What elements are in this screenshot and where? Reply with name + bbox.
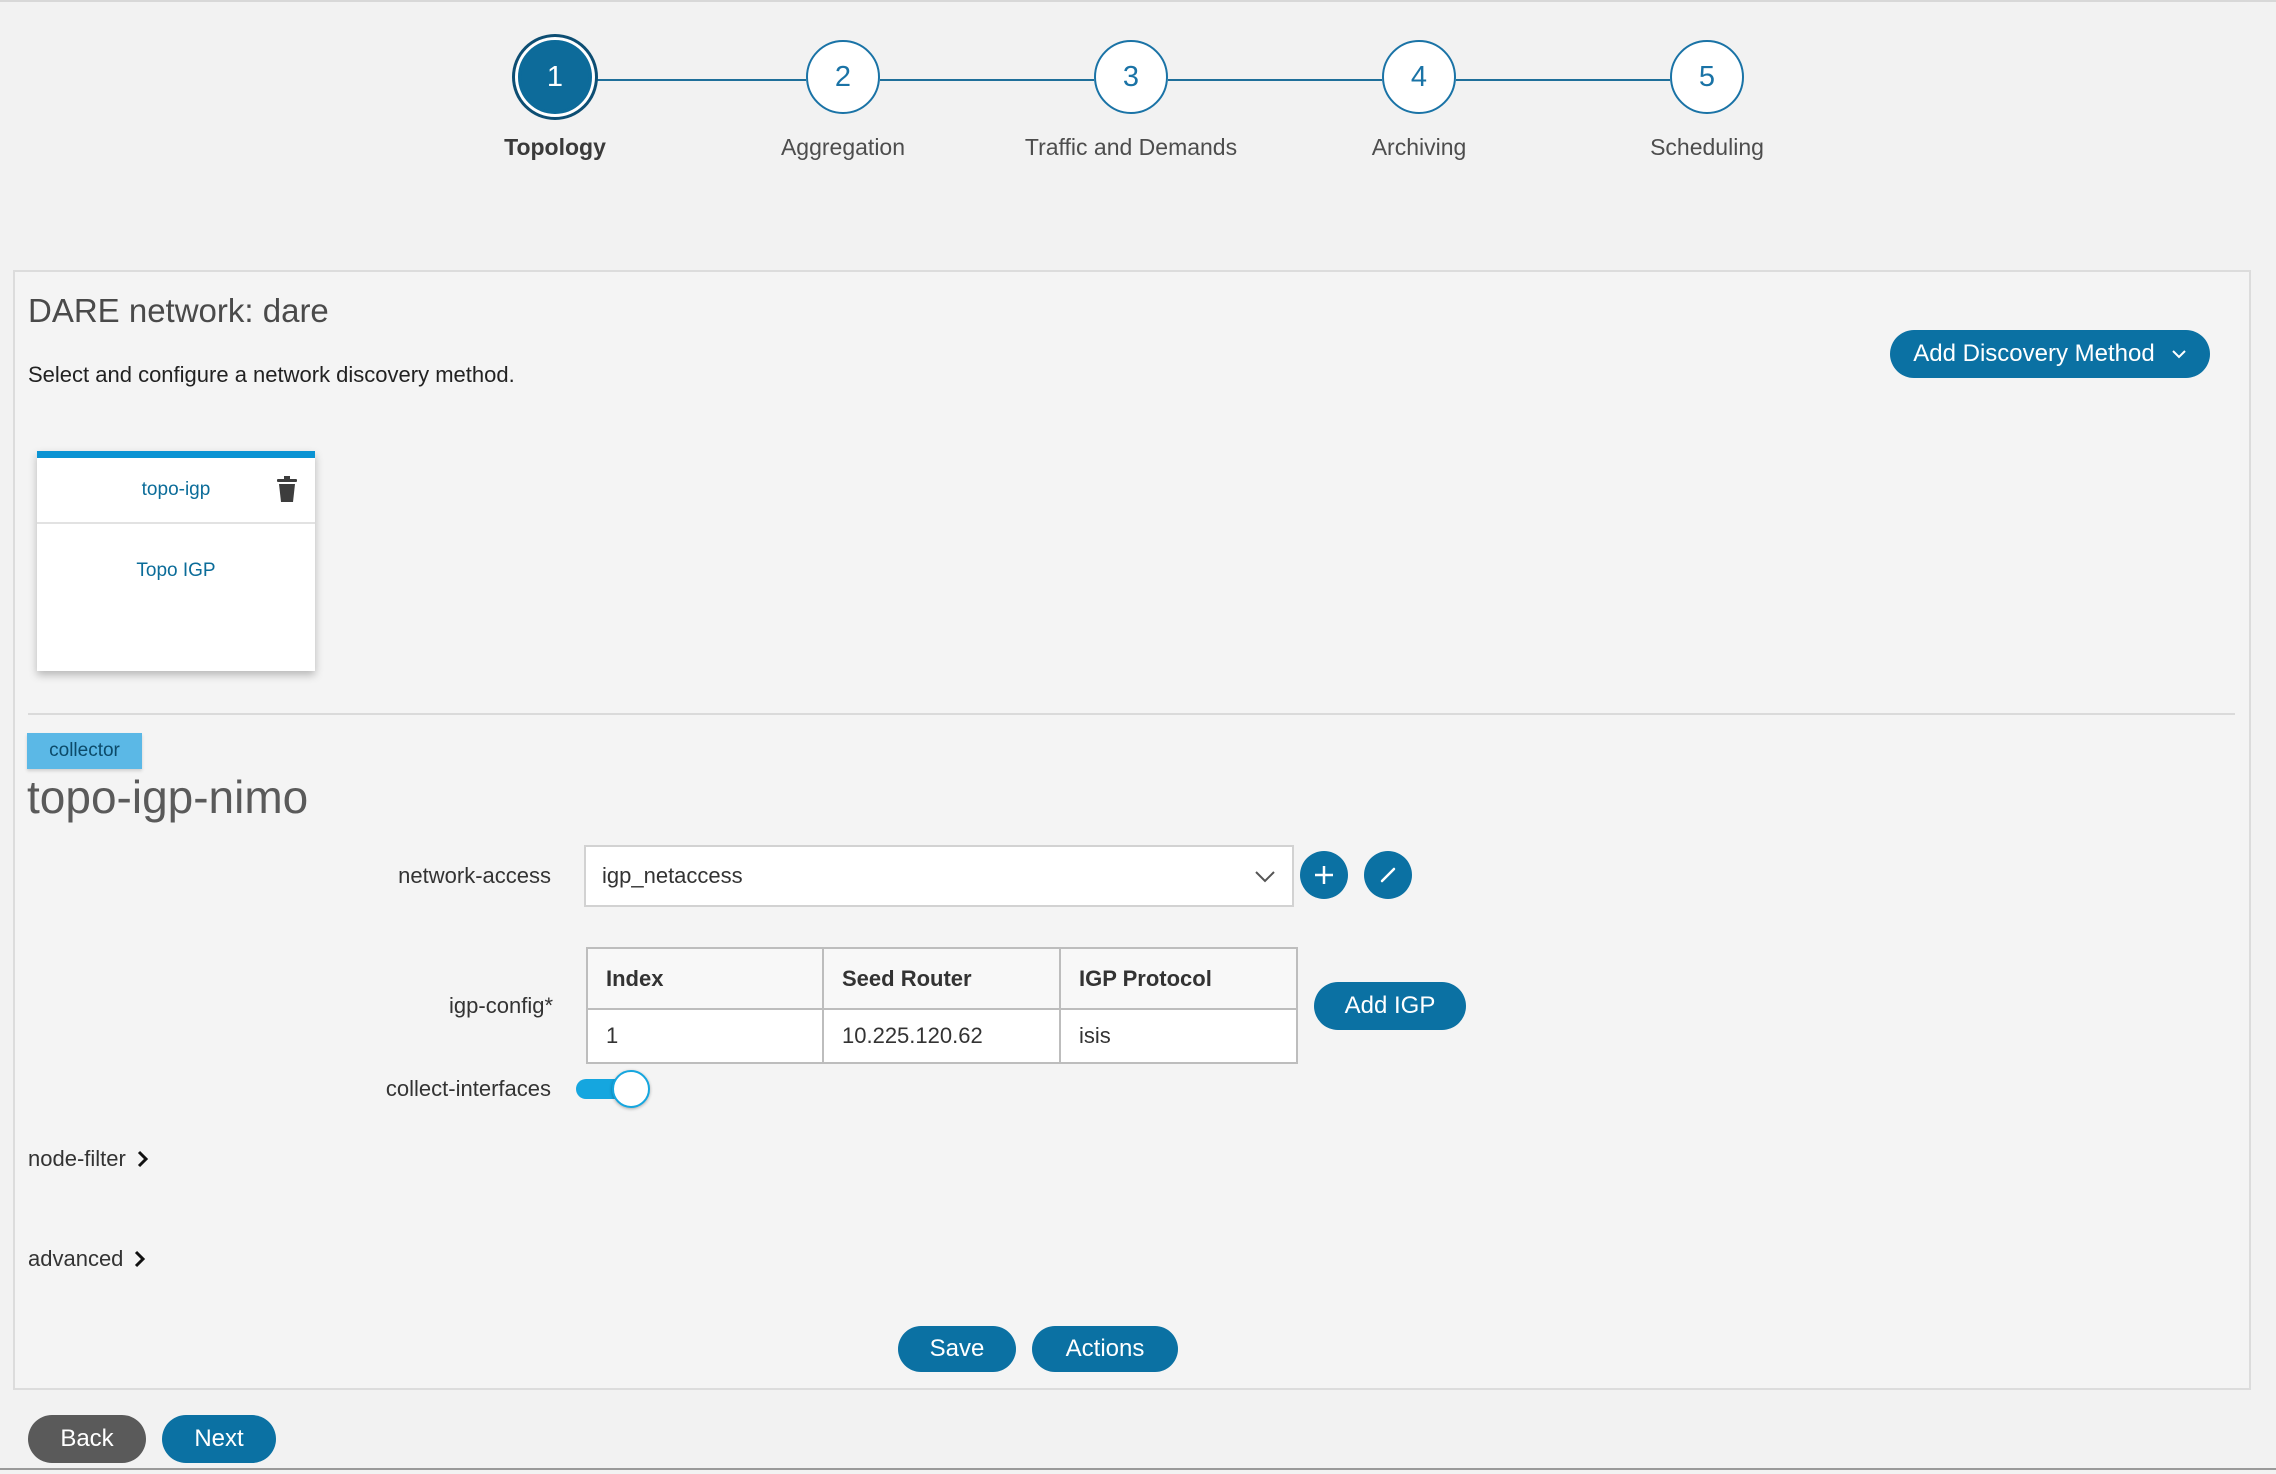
cell-igp-protocol: isis [1059,1008,1298,1064]
add-discovery-method-button[interactable]: Add Discovery Method [1890,330,2210,378]
toggle-knob [612,1070,650,1108]
next-button[interactable]: Next [162,1415,276,1463]
trash-icon[interactable] [277,476,297,502]
back-button[interactable]: Back [28,1415,146,1463]
step-label: Topology [504,134,606,160]
pencil-icon [1380,867,1396,883]
node-filter-label: node-filter [28,1146,126,1171]
step-number: 3 [1094,40,1168,114]
igp-config-label: igp-config* [449,993,553,1018]
network-access-label: network-access [398,863,551,888]
cell-seed-router: 10.225.120.62 [822,1008,1061,1064]
collector-name: topo-igp-nimo [27,771,309,823]
step-scheduling[interactable]: 5 Scheduling [1557,40,1857,161]
chevron-right-icon [135,1250,146,1268]
column-header-seed-router: Seed Router [822,947,1061,1010]
step-number: 2 [806,40,880,114]
plus-icon [1315,866,1333,884]
step-topology[interactable]: 1 Topology [405,40,705,161]
chevron-right-icon [137,1150,148,1168]
igp-config-table: Index Seed Router IGP Protocol 1 10.225.… [586,947,1298,1064]
section-divider [28,713,2235,715]
add-discovery-method-label: Add Discovery Method [1913,340,2155,367]
step-label: Archiving [1371,134,1467,160]
wizard-stepper: 1 Topology 2 Aggregation 3 Traffic and D… [0,0,2276,200]
step-label: Traffic and Demands [1024,134,1238,160]
collector-badge: collector [27,733,142,769]
network-access-value: igp_netaccess [602,863,743,888]
chevron-down-icon [1255,871,1275,883]
save-button[interactable]: Save [898,1326,1016,1372]
node-filter-expander[interactable]: node-filter [28,1146,150,1172]
collect-interfaces-label: collect-interfaces [385,1076,551,1101]
collect-interfaces-toggle[interactable] [576,1070,654,1110]
network-access-select[interactable]: igp_netaccess [584,845,1294,907]
step-number: 1 [518,40,592,114]
step-traffic-and-demands[interactable]: 3 Traffic and Demands [981,40,1281,161]
step-label: Scheduling [1650,134,1764,160]
cell-index: 1 [586,1008,824,1064]
step-number: 5 [1670,40,1744,114]
add-igp-button[interactable]: Add IGP [1314,982,1466,1030]
actions-button[interactable]: Actions [1032,1326,1178,1372]
page-title: DARE network: dare [28,292,329,329]
step-archiving[interactable]: 4 Archiving [1269,40,1569,161]
step-number: 4 [1382,40,1456,114]
advanced-label: advanced [28,1246,124,1271]
edit-network-access-button[interactable] [1364,851,1412,899]
bottom-border [0,1468,2276,1470]
column-header-igp-protocol: IGP Protocol [1059,947,1298,1010]
card-header: topo-igp [37,458,315,524]
card-title: topo-igp [141,479,211,500]
card-description: Topo IGP [136,560,216,581]
step-label: Aggregation [780,134,906,160]
discovery-panel [13,270,2251,1390]
table-row[interactable]: 1 10.225.120.62 isis [586,1008,1298,1064]
step-aggregation[interactable]: 2 Aggregation [693,40,993,161]
add-network-access-button[interactable] [1300,851,1348,899]
discovery-method-card[interactable]: topo-igp Topo IGP [37,451,315,671]
advanced-expander[interactable]: advanced [28,1246,147,1272]
chevron-down-icon [2172,350,2186,359]
page-subtitle: Select and configure a network discovery… [28,362,515,387]
column-header-index: Index [586,947,824,1010]
